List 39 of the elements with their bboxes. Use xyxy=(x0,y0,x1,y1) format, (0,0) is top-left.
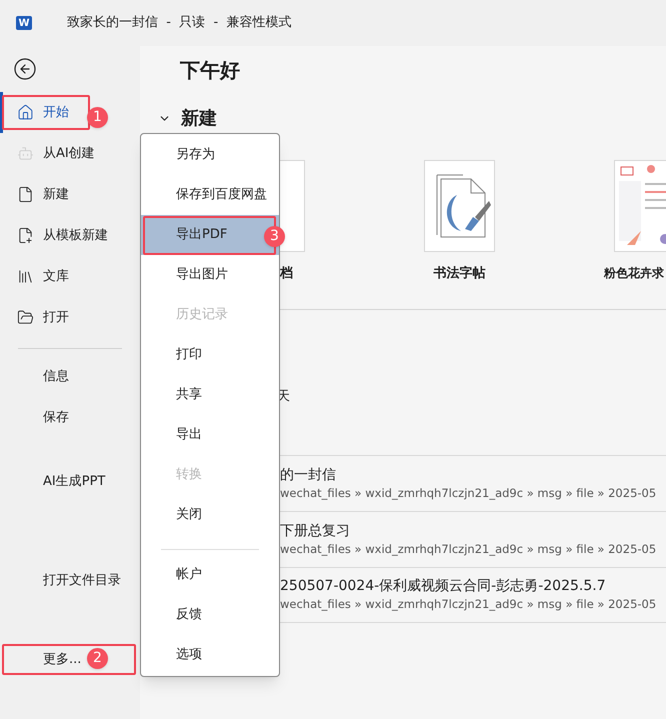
sidebar-item[interactable]: AI生成PPT xyxy=(0,461,140,502)
folder-icon xyxy=(17,309,34,326)
document-plus-icon xyxy=(17,227,34,244)
document-icon xyxy=(17,186,34,203)
sidebar-item[interactable]: 保存 xyxy=(0,397,140,438)
sidebar-item[interactable]: 信息 xyxy=(0,356,140,397)
back-button[interactable] xyxy=(13,57,37,81)
sidebar-item[interactable]: 从模板新建 xyxy=(0,215,140,256)
file-title: 下册总复习 xyxy=(280,522,351,540)
section-heading: 新建 xyxy=(181,106,217,130)
sidebar-item[interactable]: 打开文件目录 xyxy=(0,560,140,601)
menu-item[interactable]: 另存为 xyxy=(141,135,279,175)
template-label: 粉色花卉求 xyxy=(604,265,664,282)
file-title: 250507-0024-保利威视频云合同-彭志勇-2025.5.7 xyxy=(280,577,607,596)
word-logo-icon: W xyxy=(16,16,32,30)
books-icon xyxy=(17,268,34,285)
window-title: 致家长的一封信 - 只读 - 兼容性模式 xyxy=(67,14,292,32)
menu-item[interactable]: 共享 xyxy=(141,375,279,415)
menu-item[interactable]: 选项 xyxy=(141,635,279,675)
menu-item[interactable]: 保存到百度网盘 xyxy=(141,175,279,215)
sidebar-item[interactable]: 从AI创建 xyxy=(0,133,140,174)
template-thumbnail[interactable] xyxy=(424,160,495,252)
home-icon xyxy=(17,104,34,121)
file-path: wechat_files » wxid_zmrhqh7lczjn21_ad9c » msg » file » 2025-05 xyxy=(280,484,658,502)
file-path: wechat_files » wxid_zmrhqh7lczjn21_ad9c » msg » file » 2025-05 xyxy=(280,540,658,558)
sidebar-item[interactable]: 文库 xyxy=(0,256,140,297)
robot-icon xyxy=(17,145,34,162)
callout-badge: 2 xyxy=(87,648,108,669)
file-path: wechat_files » wxid_zmrhqh7lczjn21_ad9c » msg » file » 2025-05 xyxy=(280,596,658,613)
template-label: 档 xyxy=(280,265,294,282)
sidebar-item[interactable]: 打开 xyxy=(0,297,140,338)
greeting-heading: 下午好 xyxy=(179,57,241,82)
menu-item[interactable]: 导出 xyxy=(141,415,279,455)
callout-badge: 1 xyxy=(87,107,108,128)
menu-item[interactable]: 导出图片 xyxy=(141,255,279,295)
file-title: 的一封信 xyxy=(280,466,337,484)
sidebar-item[interactable]: 新建 xyxy=(0,174,140,215)
menu-item[interactable]: 打印 xyxy=(141,335,279,375)
template-label: 书法字帖 xyxy=(434,264,486,282)
